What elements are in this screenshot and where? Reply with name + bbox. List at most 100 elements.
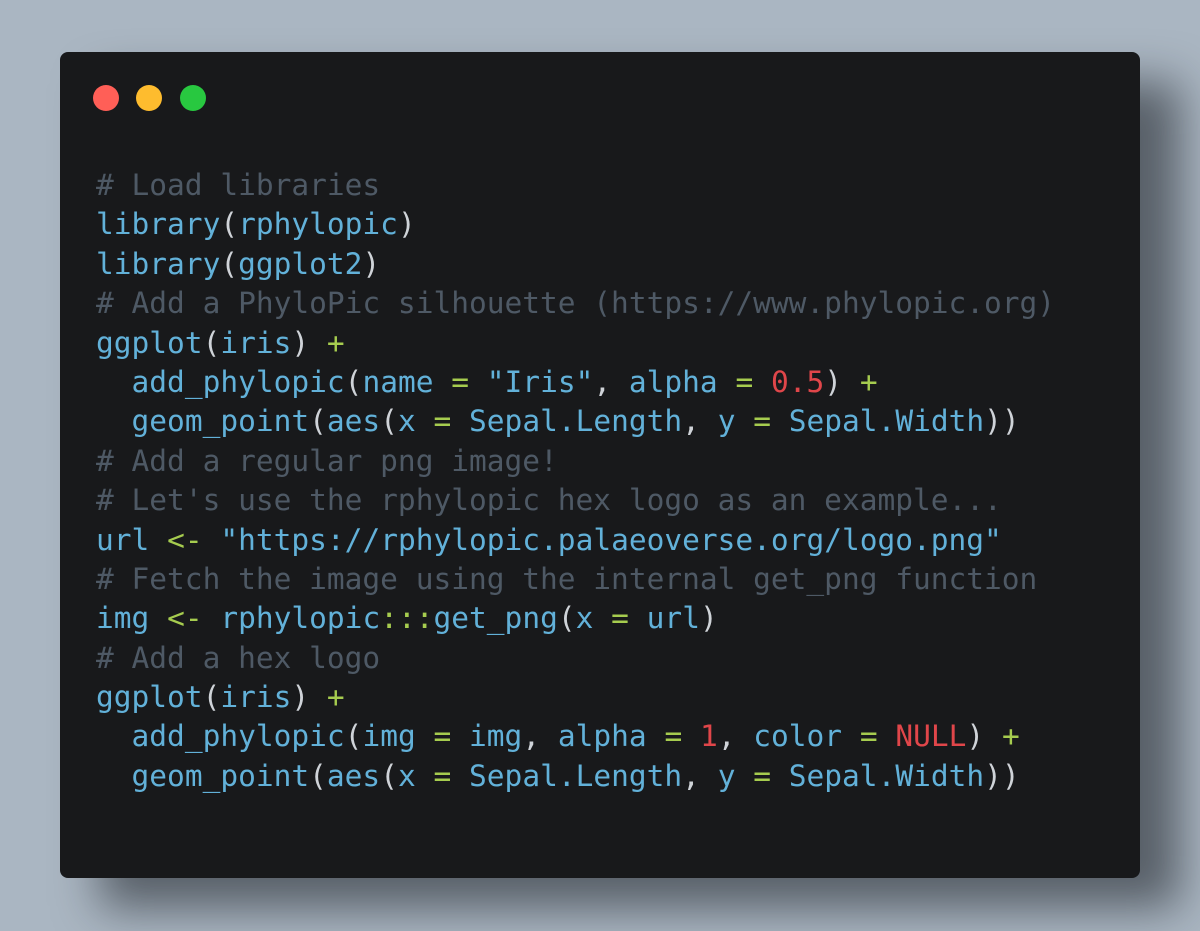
code-token-id: x (397, 404, 416, 439)
code-token-plain: ( (202, 325, 221, 360)
code-token-op: = (753, 404, 771, 439)
code-token-fn: library (96, 207, 221, 242)
code-token-fn: aes (326, 758, 381, 793)
code-token-op: = (433, 719, 452, 754)
code-token-op: = (451, 364, 470, 399)
code-token-id: Sepal.Length (469, 404, 683, 439)
code-token-id: img (96, 601, 150, 636)
code-token-id: alpha (557, 719, 647, 754)
code-token-id: name (362, 364, 434, 399)
code-token-plain: ) (824, 364, 860, 399)
code-token-id: Sepal.Width (788, 404, 985, 439)
code-token-fn: geom_point (131, 404, 310, 439)
code-token-id: ggplot2 (238, 246, 363, 281)
code-token-fn: aes (326, 404, 381, 439)
code-line: library(ggplot2) (96, 245, 1055, 284)
code-line: # Fetch the image using the internal get… (96, 560, 1055, 599)
close-button[interactable] (93, 85, 119, 111)
code-token-op: <- (167, 522, 203, 557)
code-token-plain: ( (202, 680, 221, 715)
code-line: # Load libraries (96, 166, 1055, 205)
code-token-id: url (646, 601, 700, 636)
code-token-id: rphylopic (238, 207, 398, 242)
code-token-plain: ) (291, 325, 327, 360)
code-token-id: iris (220, 325, 292, 360)
code-token-id: url (96, 522, 150, 557)
code-token-fn: library (96, 246, 221, 281)
code-token-id: iris (220, 680, 292, 715)
minimize-button[interactable] (136, 85, 162, 111)
code-token-id: x (575, 601, 594, 636)
code-token-id: rphylopic (220, 601, 381, 636)
code-token-plain: ) (397, 207, 416, 242)
code-line: library(rphylopic) (96, 205, 1055, 244)
code-line: geom_point(aes(x = Sepal.Length, y = Sep… (96, 402, 1055, 441)
code-token-comment: # Load libraries (96, 168, 381, 202)
code-token-plain: ) (362, 246, 381, 281)
code-token-plain: ( (380, 404, 398, 439)
code-token-plain: , (682, 758, 718, 793)
code-token-comment: # Add a hex logo (96, 640, 381, 675)
code-token-id: y (717, 404, 736, 439)
code-token-num: 0.5 (771, 364, 825, 399)
code-token-fn: ggplot (96, 680, 203, 715)
code-token-op: = (664, 719, 683, 754)
code-token-op: <- (167, 601, 203, 636)
code-token-op: = (859, 719, 878, 754)
code-token-op: ::: (380, 601, 434, 636)
code-token-comment: # Add a PhyloPic silhouette (https://www… (96, 286, 1056, 321)
code-line: # Add a PhyloPic silhouette (https://www… (96, 284, 1055, 323)
code-token-fn: get_png (433, 601, 558, 636)
code-token-comment: # Let's use the rphylopic hex logo as an… (96, 483, 1002, 518)
code-token-plain: ( (344, 719, 363, 754)
code-token-str: "https://rphylopic.palaeoverse.org/logo.… (220, 522, 1002, 557)
code-line: ggplot(iris) + (96, 324, 1055, 363)
code-token-num: NULL (895, 719, 967, 754)
code-token-id: Sepal.Width (788, 758, 985, 793)
maximize-button[interactable] (180, 85, 206, 111)
code-token-plain: ) (291, 680, 327, 715)
code-token-op: + (326, 680, 345, 715)
code-line: add_phylopic(name = "Iris", alpha = 0.5)… (96, 363, 1055, 402)
code-line: add_phylopic(img = img, alpha = 1, color… (96, 717, 1055, 756)
code-token-plain: ( (344, 364, 363, 399)
code-block: # Load libraries library(rphylopic) librar… (96, 166, 1055, 796)
code-token-plain: )) (984, 404, 1020, 439)
code-token-plain: ) (966, 719, 1002, 754)
code-token-plain: ( (380, 758, 398, 793)
code-token-fn: geom_point (131, 758, 310, 793)
code-token-id: img (469, 719, 523, 754)
code-token-plain: , (717, 719, 754, 754)
code-token-plain: ( (309, 404, 327, 439)
code-token-id: y (717, 758, 736, 793)
code-token-op: = (735, 364, 754, 399)
code-token-plain: , (682, 404, 718, 439)
code-line: # Add a hex logo (96, 639, 1055, 678)
code-line: img <- rphylopic:::get_png(x = url) (96, 599, 1055, 638)
code-token-id: color (753, 719, 843, 754)
code-token-id: Sepal.Length (469, 758, 683, 793)
code-line: geom_point(aes(x = Sepal.Length, y = Sep… (96, 757, 1055, 796)
code-line: # Add a regular png image! (96, 442, 1055, 481)
code-line: # Let's use the rphylopic hex logo as an… (96, 481, 1055, 520)
code-token-op: + (859, 364, 878, 399)
